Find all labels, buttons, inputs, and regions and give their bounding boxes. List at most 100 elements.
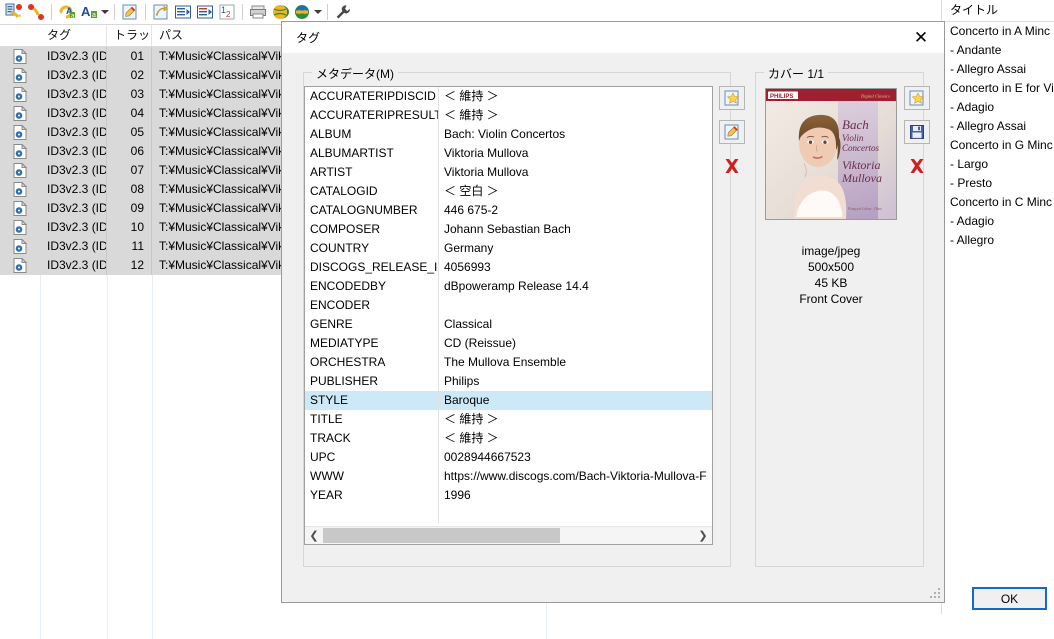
cell-tag: ID3v2.3 (ID3v...: [40, 256, 107, 275]
close-icon[interactable]: ✕: [898, 22, 944, 52]
cell-track: 03: [107, 85, 152, 104]
metadata-row[interactable]: MEDIATYPE CD (Reissue): [305, 334, 712, 353]
metadata-row[interactable]: GENRE Classical: [305, 315, 712, 334]
text-case-icon[interactable]: A a: [78, 2, 100, 22]
metadata-row[interactable]: TITLE ＜ 維持 ＞: [305, 410, 712, 429]
scroll-right-icon[interactable]: ❯: [694, 527, 712, 544]
metadata-key: TITLE: [310, 412, 343, 426]
edit-tag-icon[interactable]: [119, 2, 141, 22]
chevron-down-icon[interactable]: [313, 2, 323, 22]
web-sync-icon[interactable]: [291, 2, 313, 22]
metadata-key: ORCHESTRA: [310, 355, 386, 369]
list-item[interactable]: Concerto in E for Vi: [942, 79, 1054, 98]
metadata-list[interactable]: ACCURATERIPDISCID ＜ 維持 ＞ ACCURATERIPRESULT…: [304, 86, 713, 545]
metadata-row[interactable]: TRACK ＜ 維持 ＞: [305, 429, 712, 448]
metadata-row[interactable]: ENCODER: [305, 296, 712, 315]
edit-metadata-button[interactable]: [719, 120, 745, 144]
metadata-row[interactable]: UPC 0028944667523: [305, 448, 712, 467]
metadata-key: CATALOGID: [310, 184, 378, 198]
metadata-row[interactable]: ORCHESTRA The Mullova Ensemble: [305, 353, 712, 372]
metadata-row[interactable]: YEAR 1996: [305, 486, 712, 505]
list-item[interactable]: Concerto in G Minc: [942, 136, 1054, 155]
online-database-icon[interactable]: [269, 2, 291, 22]
metadata-value: Viktoria Mullova: [438, 144, 712, 163]
tag-from-filename-icon[interactable]: [3, 2, 25, 22]
metadata-rows: ACCURATERIPDISCID ＜ 維持 ＞ ACCURATERIPRESULT…: [305, 87, 712, 505]
column-header-icon[interactable]: [0, 25, 40, 46]
scrollbar-thumb[interactable]: [323, 528, 560, 543]
metadata-row[interactable]: COMPOSER Johann Sebastian Bach: [305, 220, 712, 239]
import-tag-icon[interactable]: [150, 2, 172, 22]
metadata-row[interactable]: ARTIST Viktoria Mullova: [305, 163, 712, 182]
metadata-row[interactable]: WWW https://www.discogs.com/Bach-Viktoria…: [305, 467, 712, 486]
cell-track: 10: [107, 218, 152, 237]
delete-cover-button[interactable]: [904, 154, 930, 178]
list-item[interactable]: - Presto: [942, 174, 1054, 193]
toolbar-separator: [145, 4, 146, 20]
print-icon[interactable]: [247, 2, 269, 22]
column-header-track[interactable]: トラック: [107, 25, 152, 46]
playlist-icon[interactable]: [172, 2, 194, 22]
filename-from-tag-icon[interactable]: [25, 2, 47, 22]
ok-button[interactable]: OK: [972, 587, 1047, 610]
metadata-key: MEDIATYPE: [310, 336, 379, 350]
cell-track: 04: [107, 104, 152, 123]
metadata-row[interactable]: DISCOGS_RELEASE_ID 4056993: [305, 258, 712, 277]
list-item[interactable]: - Largo: [942, 155, 1054, 174]
dialog-title-bar: タグ ✕: [282, 22, 944, 53]
list-item[interactable]: Concerto in C Minc: [942, 193, 1054, 212]
cell-tag: ID3v2.3 (ID3v...: [40, 218, 107, 237]
metadata-key: COMPOSER: [310, 222, 381, 236]
cell-tag: ID3v2.3 (ID3v...: [40, 237, 107, 256]
metadata-value: ＜ 維持 ＞: [438, 106, 712, 125]
list-item[interactable]: - Allegro: [942, 231, 1054, 250]
column-header-title[interactable]: タイトル: [942, 0, 1054, 22]
metadata-value: ＜ 維持 ＞: [438, 410, 712, 429]
metadata-key: YEAR: [310, 488, 343, 502]
resize-grip[interactable]: [930, 588, 942, 600]
cell-track: 05: [107, 123, 152, 142]
tag-convert-icon[interactable]: A a: [56, 2, 78, 22]
cell-tag: ID3v2.3 (ID3v...: [40, 142, 107, 161]
music-file-icon: [0, 142, 40, 161]
renumber-icon[interactable]: 1 2: [216, 2, 238, 22]
add-metadata-button[interactable]: [719, 86, 745, 110]
add-cover-button[interactable]: [904, 86, 930, 110]
metadata-row[interactable]: ACCURATERIPRESULT ＜ 維持 ＞: [305, 106, 712, 125]
metadata-row[interactable]: ENCODEDBY dBpoweramp Release 14.4: [305, 277, 712, 296]
metadata-row[interactable]: ALBUM Bach: Violin Concertos: [305, 125, 712, 144]
save-cover-button[interactable]: [904, 120, 930, 144]
metadata-horizontal-scrollbar[interactable]: ❮ ❯: [305, 526, 712, 544]
metadata-row[interactable]: CATALOGID ＜ 空白 ＞: [305, 182, 712, 201]
scrollbar-track[interactable]: [323, 527, 694, 544]
metadata-row[interactable]: COUNTRY Germany: [305, 239, 712, 258]
metadata-row[interactable]: PUBLISHER Philips: [305, 372, 712, 391]
column-header-tag[interactable]: タグ: [40, 25, 107, 46]
list-item[interactable]: - Adagio: [942, 212, 1054, 231]
list-item[interactable]: - Allegro Assai: [942, 60, 1054, 79]
list-item[interactable]: Concerto in A Minc: [942, 22, 1054, 41]
metadata-key: ENCODEDBY: [310, 279, 387, 293]
cover-dimensions: 500x500: [807, 260, 855, 274]
toolbar-separator: [51, 4, 52, 20]
svg-text:Mullova: Mullova: [841, 171, 882, 185]
cell-track: 02: [107, 66, 152, 85]
music-file-icon: [0, 123, 40, 142]
metadata-value: CD (Reissue): [438, 334, 712, 353]
wrench-icon[interactable]: [332, 2, 354, 22]
list-item[interactable]: - Andante: [942, 41, 1054, 60]
list-item[interactable]: - Allegro Assai: [942, 117, 1054, 136]
metadata-row[interactable]: CATALOGNUMBER 446 675-2: [305, 201, 712, 220]
cover-art-image[interactable]: PHILIPS Digital Classics Bach Violin Con…: [765, 88, 897, 220]
metadata-row[interactable]: STYLE Baroque: [305, 391, 712, 410]
music-file-icon: [0, 237, 40, 256]
dialog-title: タグ: [296, 31, 321, 45]
cell-track: 07: [107, 161, 152, 180]
chevron-down-icon[interactable]: [100, 2, 110, 22]
delete-metadata-button[interactable]: [719, 154, 745, 178]
metadata-row[interactable]: ACCURATERIPDISCID ＜ 維持 ＞: [305, 87, 712, 106]
metadata-row[interactable]: ALBUMARTIST Viktoria Mullova: [305, 144, 712, 163]
scroll-left-icon[interactable]: ❮: [305, 527, 323, 544]
list-item[interactable]: - Adagio: [942, 98, 1054, 117]
playlist-alt-icon[interactable]: [194, 2, 216, 22]
